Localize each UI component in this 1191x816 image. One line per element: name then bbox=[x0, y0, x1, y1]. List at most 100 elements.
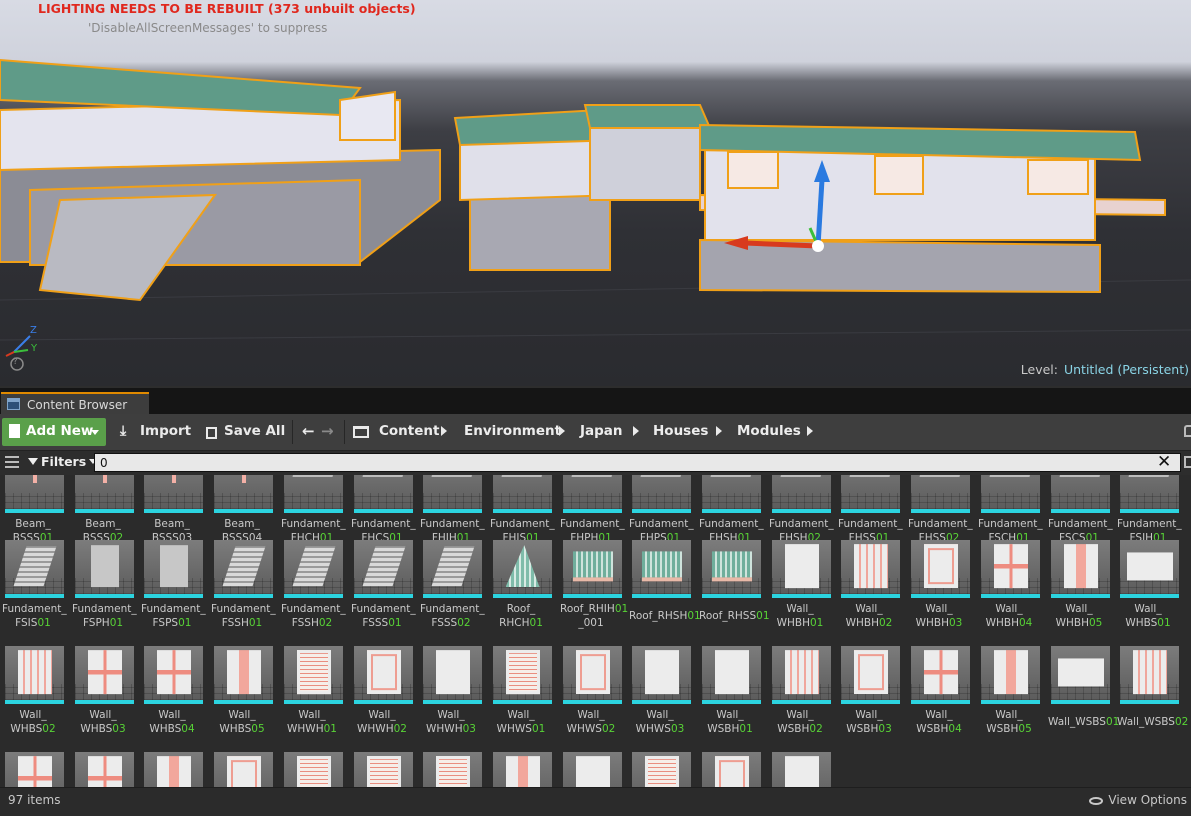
asset-grid[interactable]: Beam_ BSSS01 Beam_ BSSS02 Beam_ BSSS03 Beam_ BS… bbox=[0, 475, 1191, 787]
asset-thumbnail bbox=[423, 752, 482, 787]
asset-thumbnail bbox=[1051, 540, 1110, 598]
asset-thumbnail bbox=[423, 646, 482, 704]
asset-name-part: Fundament_ bbox=[1048, 518, 1113, 530]
asset-thumbnail bbox=[5, 752, 64, 787]
asset-name-part: Fundament_ bbox=[490, 518, 555, 530]
breadcrumb-arrow-icon[interactable] bbox=[633, 426, 639, 436]
asset-name: Wall_WSBS01 bbox=[1048, 715, 1119, 729]
asset-name-part: Wall_WSBS bbox=[1117, 716, 1175, 728]
asset-preview-mesh bbox=[292, 546, 335, 587]
asset-name: Wall_ WHWH01 bbox=[281, 708, 343, 736]
asset-name-part: 04 bbox=[948, 723, 962, 735]
asset-name: Fundament_ FSSS02 bbox=[420, 602, 485, 630]
tab-content-browser[interactable]: Content Browser bbox=[1, 392, 149, 416]
breadcrumb-arrow-icon[interactable] bbox=[716, 426, 722, 436]
back-arrow-icon[interactable]: ← bbox=[302, 422, 315, 440]
search-input[interactable] bbox=[94, 453, 1181, 472]
asset-name-part: 01 bbox=[614, 603, 629, 615]
asset-name-part: Beam_ bbox=[85, 518, 121, 530]
breadcrumb-arrow-icon[interactable] bbox=[559, 426, 565, 436]
forward-arrow-icon[interactable]: → bbox=[321, 422, 334, 440]
sources-panel-toggle-icon[interactable] bbox=[5, 456, 19, 468]
panel-grip-icon[interactable] bbox=[1184, 456, 1191, 468]
breadcrumb-modules[interactable]: Modules bbox=[737, 423, 801, 439]
asset-name-part: WHWH bbox=[287, 723, 324, 735]
asset-name-part: Wall_ bbox=[646, 709, 674, 721]
lock-icon[interactable] bbox=[1184, 425, 1191, 437]
asset-name-part: 04 bbox=[181, 723, 195, 735]
asset-preview-mesh bbox=[159, 545, 188, 588]
panel-tab-bar: Content Browser bbox=[0, 386, 1191, 416]
asset-name-part: Fundament_ bbox=[769, 518, 834, 530]
asset-name-part: 01 bbox=[529, 617, 543, 629]
asset-preview-mesh bbox=[362, 546, 405, 587]
asset-preview-mesh bbox=[780, 475, 823, 477]
asset-name: Wall_ WHBH01 bbox=[769, 602, 831, 630]
lighting-warning: LIGHTING NEEDS TO BE REBUILT (373 unbuil… bbox=[38, 1, 416, 16]
breadcrumb-content[interactable]: Content bbox=[379, 423, 439, 439]
asset-preview-mesh bbox=[993, 544, 1028, 589]
breadcrumb-arrow-icon[interactable] bbox=[807, 426, 813, 436]
asset-name-part: Wall_ bbox=[716, 709, 744, 721]
asset-name-part: Fundament_ bbox=[1117, 518, 1182, 530]
asset-thumbnail bbox=[632, 475, 691, 513]
asset-name-part: 01 bbox=[388, 617, 402, 629]
asset-name-part: 02 bbox=[318, 617, 333, 629]
asset-name-part: Fundament_ bbox=[908, 518, 973, 530]
asset-name: Fundament_ FSIS01 bbox=[2, 602, 67, 630]
asset-preview-mesh bbox=[241, 475, 246, 483]
building-right bbox=[699, 123, 1166, 294]
asset-name: Wall_WSBS02 bbox=[1117, 715, 1188, 729]
asset-name-part: Fundament_ bbox=[560, 518, 625, 530]
asset-preview-mesh bbox=[501, 475, 544, 477]
toolbar-divider bbox=[344, 420, 345, 444]
asset-preview-mesh bbox=[171, 475, 176, 483]
folder-icon bbox=[353, 426, 369, 438]
level-indicator: Level: Untitled (Persistent) bbox=[1021, 362, 1189, 377]
asset-thumbnail bbox=[1051, 646, 1110, 704]
asset-thumbnail bbox=[841, 540, 900, 598]
filters-button[interactable]: Filters bbox=[28, 454, 98, 469]
asset-name-part: FSSS bbox=[431, 617, 458, 629]
asset-preview-mesh bbox=[505, 756, 540, 787]
save-icon bbox=[206, 427, 217, 439]
clear-search-icon[interactable]: ✕ bbox=[1157, 452, 1171, 472]
asset-preview-mesh bbox=[711, 551, 752, 582]
view-options-button[interactable]: View Options bbox=[1089, 793, 1187, 807]
asset-name-part: 03 bbox=[949, 617, 963, 629]
breadcrumb-arrow-icon[interactable] bbox=[441, 426, 447, 436]
asset-name: Wall_ WHBS01 bbox=[1117, 602, 1179, 630]
import-button[interactable]: ⤓ Import bbox=[116, 418, 192, 446]
asset-name-part: Wall_ bbox=[368, 709, 396, 721]
save-all-button[interactable]: Save All bbox=[202, 418, 286, 446]
level-viewport[interactable]: LIGHTING NEEDS TO BE REBUILT (373 unbuil… bbox=[0, 0, 1191, 386]
asset-name-part: Wall_ bbox=[19, 709, 47, 721]
asset-preview-mesh bbox=[919, 475, 962, 477]
asset-name: Wall_ WSBH03 bbox=[838, 708, 900, 736]
asset-name: Fundament_ FSPS01 bbox=[141, 602, 206, 630]
content-browser-icon bbox=[7, 398, 20, 410]
asset-thumbnail bbox=[493, 540, 552, 598]
asset-thumbnail bbox=[702, 540, 761, 598]
asset-name-part: Wall_ bbox=[855, 709, 883, 721]
asset-thumbnail bbox=[1051, 475, 1110, 513]
asset-name-part: 05 bbox=[1089, 617, 1103, 629]
asset-preview-mesh bbox=[296, 756, 331, 787]
content-browser-toolbar: Add New ⤓ Import Save All ← → Content En… bbox=[0, 414, 1191, 451]
help-icon[interactable]: ? bbox=[13, 357, 18, 367]
asset-preview-mesh bbox=[435, 650, 470, 695]
asset-thumbnail bbox=[911, 646, 970, 704]
asset-name: Wall_ WHBS04 bbox=[141, 708, 203, 736]
breadcrumb-houses[interactable]: Houses bbox=[653, 423, 708, 439]
asset-name-part: 05 bbox=[1018, 723, 1032, 735]
import-icon: ⤓ bbox=[120, 423, 127, 439]
asset-name-part: Roof_RHSS bbox=[699, 610, 757, 622]
breadcrumb-environment[interactable]: Environment bbox=[464, 423, 561, 439]
asset-preview-mesh bbox=[13, 546, 56, 587]
add-new-button[interactable]: Add New bbox=[2, 418, 106, 446]
asset-thumbnail bbox=[284, 540, 343, 598]
new-file-icon bbox=[9, 424, 20, 438]
axis-y-label: Y bbox=[31, 343, 38, 354]
import-label: Import bbox=[140, 423, 192, 439]
breadcrumb-japan[interactable]: Japan bbox=[580, 423, 623, 439]
